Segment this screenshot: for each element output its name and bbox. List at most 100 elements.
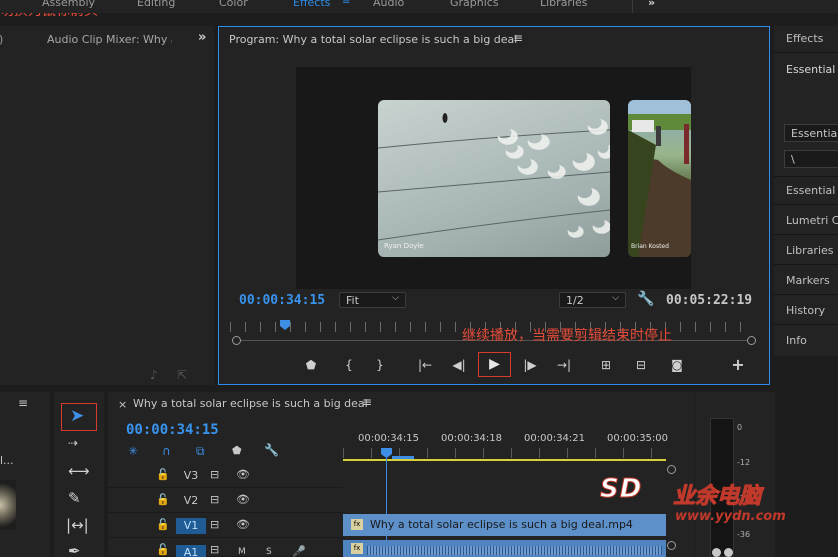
sequence-menu-icon[interactable]: ≡	[362, 395, 372, 409]
meter-solo-right[interactable]	[724, 548, 733, 557]
effects-tab[interactable]: Effects	[786, 32, 823, 45]
export-frame-camera-icon[interactable]: ◙	[668, 356, 686, 374]
step-forward-icon[interactable]: |▶	[521, 356, 539, 374]
linked-selection-icon[interactable]: ⧉	[196, 444, 205, 459]
workspace-tab-audio[interactable]: Audio	[373, 0, 404, 9]
sequence-timecode[interactable]: 00:00:34:15	[126, 422, 219, 438]
workspace-tab-effects[interactable]: Effects	[293, 0, 330, 9]
fx-badge: fx	[351, 543, 363, 554]
panel-separator	[774, 204, 838, 205]
essential-search-input[interactable]: \	[784, 150, 838, 168]
eye-icon[interactable]: 👁	[236, 468, 250, 481]
audio-clip-mixer-panel: ) Audio Clip Mixer: Why a » ♪ ⇱	[0, 26, 214, 385]
sync-lock-icon[interactable]: ⊟	[210, 493, 219, 506]
lock-icon[interactable]: 🔓	[156, 518, 170, 531]
info-tab[interactable]: Info	[786, 334, 807, 347]
sync-lock-icon[interactable]: ⊟	[210, 543, 219, 556]
track-header-v1[interactable]: 🔓 V1 ⊟ 👁	[108, 514, 343, 538]
fx-badge: fx	[351, 519, 363, 530]
program-menu-icon[interactable]: ≡	[513, 31, 523, 45]
sync-lock-icon[interactable]: ⊟	[210, 468, 219, 481]
audio-waveform	[367, 546, 662, 555]
track-name[interactable]: V3	[176, 468, 206, 484]
markers-tab[interactable]: Markers	[786, 274, 830, 287]
history-tab[interactable]: History	[786, 304, 825, 317]
track-select-tool-icon[interactable]: ⇢	[68, 436, 78, 450]
go-to-in-icon[interactable]: |←	[416, 356, 434, 374]
lock-icon[interactable]: 🔓	[156, 493, 170, 506]
yydn-watermark: SD 业余电脑 www.yydn.com	[597, 472, 807, 532]
workspace-menu-icon[interactable]: ≡	[342, 0, 350, 7]
fit-dropdown[interactable]: Fit ⌵	[339, 292, 406, 308]
razor-tool-icon[interactable]: ✎	[68, 489, 81, 507]
zoom-scrollbar-right-handle[interactable]	[747, 336, 756, 345]
lock-icon[interactable]: 🔓	[156, 543, 170, 556]
eye-icon[interactable]: 👁	[236, 518, 250, 531]
resolution-dropdown[interactable]: 1/2 ⌵	[559, 292, 626, 308]
panel-separator	[774, 264, 838, 265]
workspace-tab-color[interactable]: Color	[219, 0, 248, 9]
program-monitor-title[interactable]: Program: Why a total solar eclipse is su…	[229, 33, 517, 46]
track-header-v3[interactable]: 🔓 V3 ⊟ 👁	[108, 464, 343, 488]
track-name[interactable]: A1	[176, 545, 206, 557]
step-back-icon[interactable]: ◀|	[450, 356, 468, 374]
essential-sound-tab[interactable]: Essential S	[786, 184, 838, 197]
close-sequence-icon[interactable]: ×	[118, 398, 127, 411]
sync-lock-icon[interactable]: ⊟	[210, 518, 219, 531]
chevron-down-icon: ⌵	[392, 293, 399, 303]
lift-icon[interactable]: ⊞	[597, 356, 615, 374]
workspace-tab-editing[interactable]: Editing	[137, 0, 175, 9]
essential-dropdown[interactable]: Essential	[784, 124, 838, 142]
button-editor-plus-icon[interactable]: +	[729, 356, 747, 374]
audio-clip-mixer-tab[interactable]: Audio Clip Mixer: Why a	[47, 33, 172, 46]
eye-icon[interactable]: 👁	[236, 493, 250, 506]
add-marker-icon[interactable]: ⬟	[302, 356, 320, 374]
project-item-label[interactable]: l...	[0, 454, 14, 467]
workspace-tab-graphics[interactable]: Graphics	[450, 0, 499, 9]
snap-magnet-icon[interactable]: ∩	[162, 444, 171, 458]
solo-button[interactable]: S	[266, 547, 272, 557]
watermark-logo-mark: SD	[599, 474, 643, 505]
lock-icon[interactable]: 🔓	[156, 468, 170, 481]
work-area-bar[interactable]	[343, 459, 666, 461]
selection-tool-arrow-icon[interactable]: ➤	[70, 406, 84, 426]
essential-graphics-tab[interactable]: Essential G	[786, 63, 838, 76]
play-button[interactable]: ▶	[478, 352, 511, 377]
vertical-scroll-handle[interactable]	[667, 541, 676, 550]
workspace-tab-libraries[interactable]: Libraries	[540, 0, 588, 9]
track-header-a1[interactable]: 🔓 A1 ⊟ M S 🎤	[108, 539, 343, 557]
mark-in-icon[interactable]: {	[340, 356, 358, 374]
track-name[interactable]: V1	[176, 518, 206, 534]
libraries-tab[interactable]: Libraries	[786, 244, 834, 257]
slip-tool-icon[interactable]: |↔|	[66, 516, 89, 534]
mark-out-icon[interactable]: }	[371, 356, 389, 374]
export-icon[interactable]: ⇱	[177, 368, 187, 382]
extract-icon[interactable]: ⊟	[632, 356, 650, 374]
timeline-settings-wrench-icon[interactable]: 🔧	[264, 443, 279, 457]
audio-note-icon[interactable]: ♪	[150, 368, 158, 382]
panel-overflow-icon[interactable]: »	[198, 30, 206, 45]
voiceover-mic-icon[interactable]: 🎤	[292, 545, 306, 557]
lumetri-color-tab[interactable]: Lumetri Co	[786, 214, 838, 227]
pen-tool-icon[interactable]: ✒	[68, 542, 81, 557]
mute-button[interactable]: M	[238, 547, 246, 557]
workspace-tab-assembly[interactable]: Assembly	[42, 0, 95, 9]
ruler-label: 00:00:35:00	[607, 433, 669, 444]
track-name[interactable]: V2	[176, 493, 206, 509]
add-marker-icon[interactable]: ⬟	[232, 444, 242, 457]
track-header-v2[interactable]: 🔓 V2 ⊟ 👁	[108, 489, 343, 513]
workspace-overflow-icon[interactable]: »	[648, 0, 655, 9]
zoom-scrollbar-left-handle[interactable]	[232, 336, 241, 345]
wrench-icon[interactable]: 🔧	[637, 291, 654, 307]
sequence-tab-title[interactable]: Why a total solar eclipse is such a big …	[133, 397, 368, 410]
meter-solo-left[interactable]	[712, 548, 721, 557]
go-to-out-icon[interactable]: →|	[555, 356, 573, 374]
audio-clip-a1[interactable]: fx	[343, 540, 666, 557]
ripple-edit-tool-icon[interactable]: ⟷	[68, 462, 90, 480]
project-menu-icon[interactable]: ≡	[18, 396, 28, 410]
insert-nest-icon[interactable]: ✳	[128, 444, 138, 458]
watermark-brand: 业余电脑	[672, 484, 762, 510]
program-current-timecode[interactable]: 00:00:34:15	[239, 293, 325, 308]
ruler-label: 00:00:34:21	[524, 433, 586, 444]
project-thumbnail[interactable]	[0, 480, 16, 530]
